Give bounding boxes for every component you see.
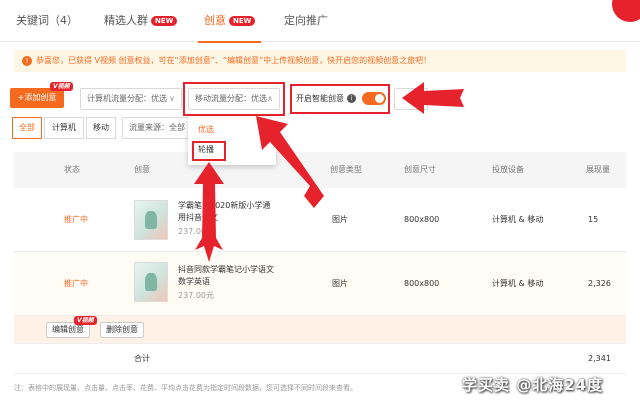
tab-creative-label: 创意 <box>204 14 226 27</box>
pc-flow-select[interactable]: 计算机流量分配：优选 ∨ <box>80 88 182 110</box>
tab-keywords[interactable]: 关键词（4） <box>16 0 78 42</box>
notice-banner: ! 恭喜您，已获得 V视频 创意权益，可在“添加创意”、“编辑创意”中上传视频创意… <box>14 50 626 72</box>
highlight-box-rotate <box>192 141 226 161</box>
status-text: 推广中 <box>64 215 88 224</box>
impressions: 2,326 <box>588 279 611 288</box>
total-row: 合计 2,341 <box>14 344 626 374</box>
tab-targeting-label: 定向推广 <box>284 14 328 27</box>
tab-targeting[interactable]: 定向推广 <box>284 0 328 42</box>
status-text: 推广中 <box>64 279 88 288</box>
creative-thumbnail[interactable] <box>134 200 168 240</box>
annotation-arrow-diagonal-icon <box>256 116 324 208</box>
total-value: 2,341 <box>588 354 611 363</box>
tab-keywords-label: 关键词（4） <box>16 14 78 27</box>
info-icon: ! <box>22 55 32 66</box>
impressions: 15 <box>588 215 599 224</box>
video-badge: V视频 <box>74 316 97 325</box>
creative-size: 800x800 <box>404 279 440 288</box>
creative-thumbnail[interactable] <box>134 262 168 302</box>
highlight-box-mobile <box>183 82 285 116</box>
creative-size: 800x800 <box>404 215 440 224</box>
filter-pc[interactable]: 计算机 <box>44 117 84 139</box>
tab-creative[interactable]: 创意 NEW <box>197 0 262 43</box>
dropdown-option-preferred[interactable]: 优选 <box>198 123 214 137</box>
table-footnote: 注：表格中的展现量、点击量、点击率、花费、平均点击花费为指定时间段数据，您可选择… <box>14 384 357 392</box>
filter-mobile[interactable]: 移动 <box>86 117 116 139</box>
highlight-box-toggle <box>290 84 390 114</box>
traffic-source-select[interactable]: 流量来源：全部 <box>122 117 192 139</box>
tab-audience-label: 精选人群 <box>104 14 148 27</box>
device: 计算机 & 移动 <box>492 279 544 288</box>
col-creative: 创意 <box>134 165 150 174</box>
add-creative-button[interactable]: +添加创意 <box>10 88 64 108</box>
creative-type: 图片 <box>332 279 348 288</box>
annotation-arrow-up-icon <box>194 162 224 262</box>
col-device: 投放设备 <box>492 165 524 174</box>
corner-decoration <box>612 0 640 22</box>
new-badge: NEW <box>229 16 256 26</box>
total-label: 合计 <box>134 354 150 363</box>
watermark: 学买卖 @北海24度 <box>462 376 604 394</box>
col-size: 创意尺寸 <box>404 165 436 174</box>
creative-type: 图片 <box>332 215 348 224</box>
action-row: 编辑创意 删除创意 <box>14 316 626 344</box>
creative-price: 237.00元 <box>178 291 214 300</box>
video-badge: V视频 <box>50 82 73 91</box>
table-row: 推广中 抖音同款学霸笔记小学语文 数学英语 237.00元 图片 800x800… <box>14 252 626 316</box>
col-impressions: 展现量 <box>586 165 610 174</box>
chevron-down-icon: ∨ <box>169 94 175 103</box>
filter-all[interactable]: 全部 <box>12 117 42 139</box>
notice-text: 恭喜您，已获得 V视频 创意权益，可在“添加创意”、“编辑创意”中上传视频创意，… <box>36 56 432 65</box>
tab-bar: 关键词（4） 精选人群 NEW 创意 NEW 定向推广 <box>0 0 640 43</box>
col-type: 创意类型 <box>330 165 362 174</box>
new-badge: NEW <box>151 16 178 26</box>
creative-title-line2: 数学英语 <box>178 277 210 286</box>
traffic-source-label: 流量来源：全部 <box>129 123 185 132</box>
tab-selected-audience[interactable]: 精选人群 NEW <box>104 0 178 42</box>
creative-title[interactable]: 抖音同款学霸笔记小学语文 <box>178 264 274 276</box>
device: 计算机 & 移动 <box>492 215 544 224</box>
pc-flow-label: 计算机流量分配：优选 <box>87 94 167 103</box>
col-status: 状态 <box>64 165 80 174</box>
delete-creative-button[interactable]: 删除创意 <box>100 322 144 338</box>
annotation-arrow-left-icon <box>402 82 464 114</box>
